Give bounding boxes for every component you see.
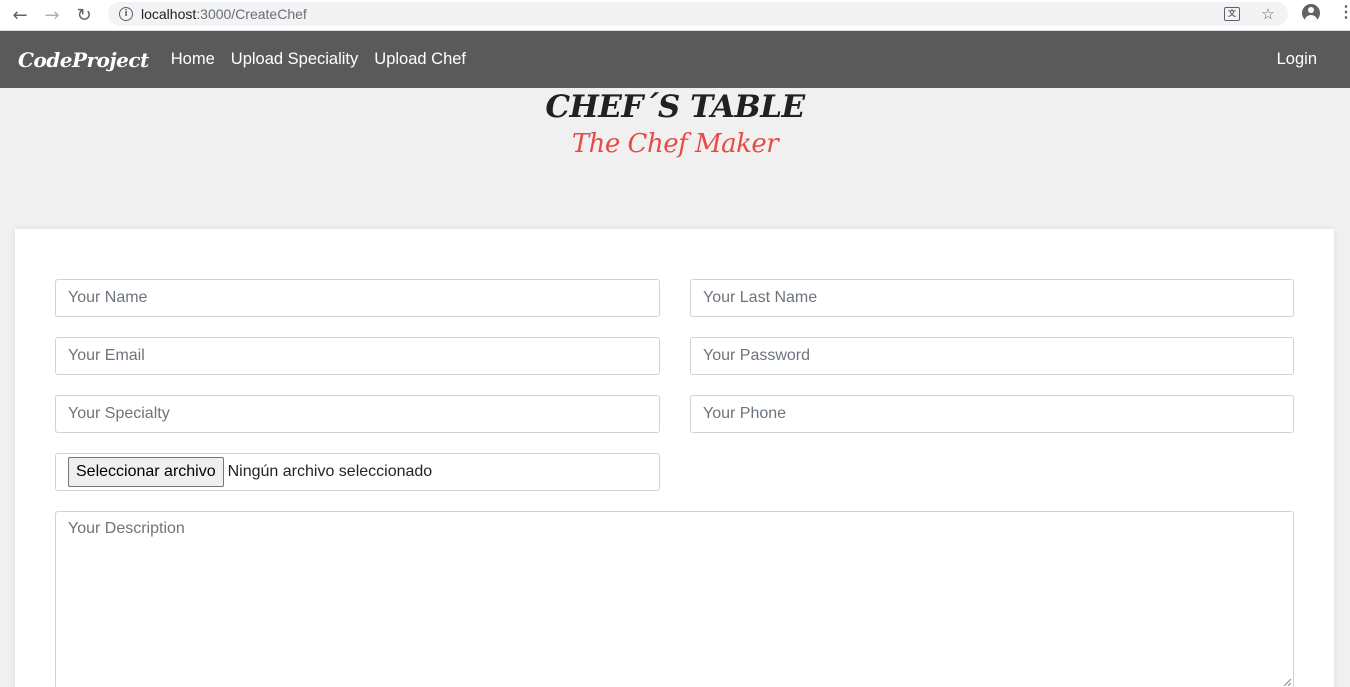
page-subtitle: The Chef Maker	[571, 129, 779, 159]
nav-links: Home Upload Speciality Upload Chef	[171, 50, 482, 69]
description-textarea[interactable]: Your Description	[55, 511, 1294, 687]
star-icon[interactable]: ☆	[1258, 4, 1278, 24]
nav-link-home[interactable]: Home	[171, 50, 215, 69]
last-name-placeholder: Your Last Name	[703, 289, 818, 306]
page-header: CHEF´S TABLE The Chef Maker	[0, 88, 1350, 159]
translate-icon[interactable]: 文	[1222, 4, 1242, 24]
password-placeholder: Your Password	[703, 347, 811, 364]
url-host: localhost	[141, 6, 197, 22]
phone-placeholder: Your Phone	[703, 405, 787, 422]
phone-input[interactable]: Your Phone	[690, 395, 1294, 433]
file-input: Seleccionar archivo Ningún archivo selec…	[55, 453, 660, 491]
email-placeholder: Your Email	[68, 347, 145, 364]
info-icon[interactable]: i	[119, 7, 133, 21]
choose-file-button[interactable]: Seleccionar archivo	[68, 457, 224, 487]
specialty-input[interactable]: Your Specialty	[55, 395, 660, 433]
description-placeholder: Your Description	[68, 520, 185, 537]
resize-grip-icon[interactable]	[1283, 678, 1291, 686]
reload-icon[interactable]: ↻	[72, 3, 96, 27]
specialty-placeholder: Your Specialty	[68, 405, 170, 422]
app-navbar: CodeProject Home Upload Speciality Uploa…	[0, 31, 1350, 88]
address-bar[interactable]: i localhost:3000/CreateChef 文 ☆	[108, 2, 1288, 26]
file-status: Ningún archivo seleccionado	[227, 463, 433, 480]
login-link[interactable]: Login	[1277, 50, 1317, 69]
email-input[interactable]: Your Email	[55, 337, 660, 375]
url-text[interactable]: localhost:3000/CreateChef	[141, 6, 307, 22]
chef-form-card: Your Name Your Last Name Your Email Your…	[15, 229, 1334, 687]
last-name-input[interactable]: Your Last Name	[690, 279, 1294, 317]
kebab-menu-icon[interactable]: ⋮	[1338, 5, 1350, 21]
nav-link-upload-speciality[interactable]: Upload Speciality	[231, 50, 359, 69]
forward-icon[interactable]: →	[40, 3, 64, 27]
name-input[interactable]: Your Name	[55, 279, 660, 317]
browser-toolbar: ← → ↻ i localhost:3000/CreateChef 文 ☆ ⋮	[0, 0, 1350, 31]
page-title: CHEF´S TABLE	[545, 89, 805, 125]
url-path: :3000/CreateChef	[196, 6, 307, 22]
password-input[interactable]: Your Password	[690, 337, 1294, 375]
name-placeholder: Your Name	[68, 289, 148, 306]
account-icon[interactable]	[1302, 4, 1320, 22]
back-icon[interactable]: ←	[8, 3, 32, 27]
nav-link-upload-chef[interactable]: Upload Chef	[374, 50, 466, 69]
brand-logo[interactable]: CodeProject	[18, 48, 149, 72]
